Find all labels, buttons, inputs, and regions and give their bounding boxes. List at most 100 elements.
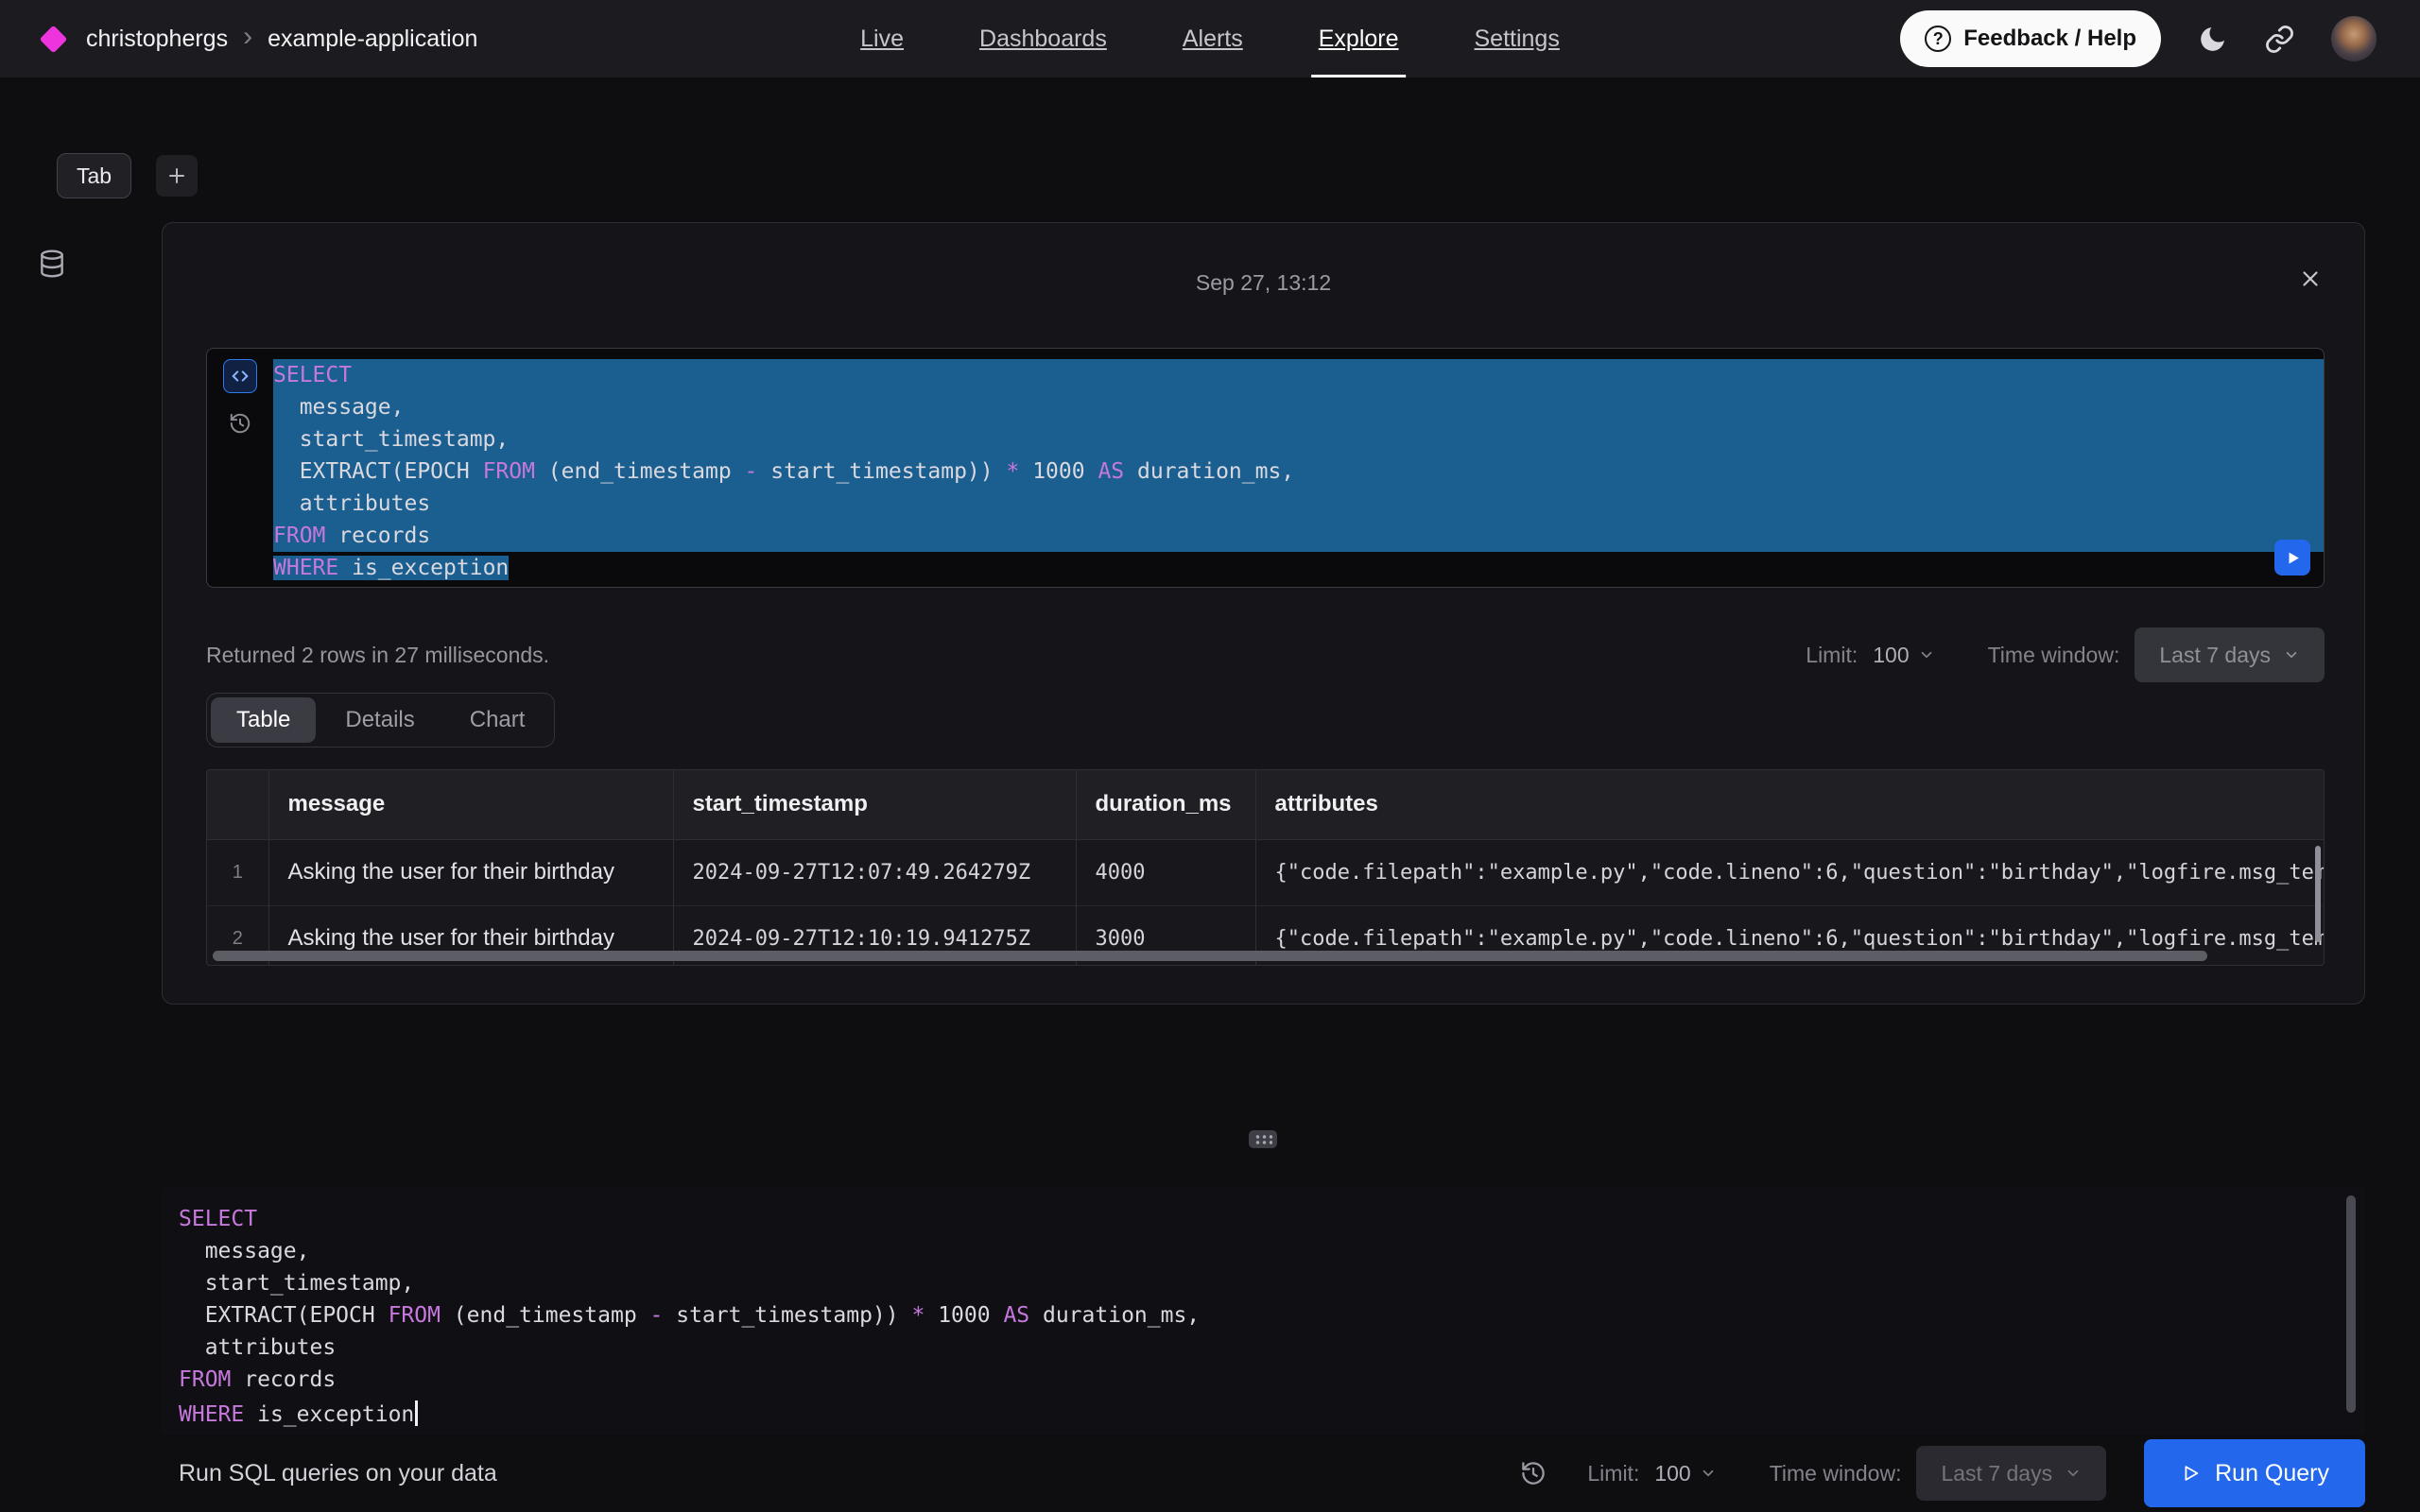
- top-nav: christophergs › example-application Live…: [0, 0, 2420, 77]
- sql-token: 1000: [925, 1303, 1003, 1328]
- column-header-start_timestamp[interactable]: start_timestamp: [673, 770, 1076, 839]
- cell-attributes[interactable]: {"code.filepath":"example.py","code.line…: [1255, 839, 2324, 905]
- feedback-help-button[interactable]: ? Feedback / Help: [1900, 10, 2161, 67]
- chevron-down-icon: [2065, 1465, 2082, 1482]
- footer-limit-value: 100: [1654, 1461, 1690, 1486]
- footer-limit-select[interactable]: 100: [1654, 1461, 1716, 1486]
- footer-time-window-value: Last 7 days: [1941, 1461, 2052, 1486]
- logfire-logo-icon[interactable]: [40, 25, 68, 53]
- sql-line: FROM records: [273, 520, 2324, 552]
- query-history-button[interactable]: [225, 408, 255, 438]
- close-button[interactable]: [2292, 261, 2328, 297]
- sql-token: 1000: [1019, 459, 1098, 484]
- play-icon: [2180, 1463, 2201, 1484]
- splitter-handle[interactable]: [1249, 1130, 1277, 1148]
- close-icon: [2298, 266, 2323, 291]
- help-icon: ?: [1925, 26, 1951, 52]
- sql-token: start_timestamp)): [663, 1303, 911, 1328]
- chevron-down-icon: [2283, 646, 2300, 663]
- cell-duration_ms[interactable]: 4000: [1076, 839, 1255, 905]
- cell-start_timestamp[interactable]: 2024-09-27T12:07:49.264279Z: [673, 839, 1076, 905]
- sql-token: start_timestamp,: [273, 427, 509, 452]
- sql-token: WHERE: [273, 556, 338, 580]
- sql-token: attributes: [179, 1335, 336, 1360]
- history-icon: [1519, 1459, 1547, 1487]
- editor-sql-code[interactable]: SELECT message, start_timestamp, EXTRACT…: [162, 1188, 2365, 1428]
- table-header-row: messagestart_timestampduration_msattribu…: [207, 770, 2324, 839]
- column-header-duration_ms[interactable]: duration_ms: [1076, 770, 1255, 839]
- editor-scrollbar[interactable]: [2346, 1195, 2356, 1413]
- table-horizontal-scrollbar[interactable]: [213, 951, 2207, 961]
- nav-left: christophergs › example-application: [43, 23, 477, 55]
- chevron-down-icon: [1700, 1465, 1717, 1482]
- nav-item-live[interactable]: Live: [860, 0, 904, 77]
- sql-token: is_exception: [244, 1402, 414, 1427]
- add-tab-button[interactable]: [156, 155, 198, 197]
- table-body: 1Asking the user for their birthday2024-…: [207, 839, 2324, 966]
- breadcrumb-org[interactable]: christophergs: [86, 26, 228, 53]
- query-timestamp: Sep 27, 13:12: [163, 270, 2364, 296]
- query-history-card: Sep 27, 13:12 SELECT message, start_time…: [162, 222, 2365, 1005]
- time-window-select[interactable]: Last 7 days: [2135, 627, 2325, 682]
- avatar[interactable]: [2331, 16, 2377, 61]
- schema-database-button[interactable]: [32, 244, 72, 284]
- theme-toggle-button[interactable]: [2197, 24, 2228, 55]
- result-tab-table[interactable]: Table: [211, 697, 316, 743]
- history-sql-block: SELECT message, start_timestamp, EXTRACT…: [206, 348, 2325, 588]
- link-icon: [2264, 24, 2295, 55]
- result-tab-details[interactable]: Details: [320, 697, 440, 743]
- nav-item-dashboards[interactable]: Dashboards: [979, 0, 1107, 77]
- footer-bar: Run SQL queries on your data Limit: 100 …: [162, 1435, 2365, 1512]
- sql-token: AS: [1098, 459, 1124, 484]
- nav-item-explore[interactable]: Explore: [1319, 0, 1399, 77]
- result-status: Returned 2 rows in 27 milliseconds.: [206, 643, 549, 668]
- run-query-button[interactable]: Run Query: [2144, 1439, 2365, 1507]
- side-rail: [32, 244, 72, 284]
- sql-editor[interactable]: SELECT message, start_timestamp, EXTRACT…: [162, 1188, 2365, 1435]
- sql-token: SELECT: [179, 1207, 257, 1231]
- editor-hint: Run SQL queries on your data: [179, 1460, 497, 1487]
- sql-token: FROM: [273, 524, 325, 548]
- cell-message[interactable]: Asking the user for their birthday: [268, 839, 673, 905]
- column-header-attributes[interactable]: attributes: [1255, 770, 2324, 839]
- code-mode-button[interactable]: [223, 359, 257, 393]
- sql-token: duration_ms,: [1029, 1303, 1200, 1328]
- code-gutter: [207, 349, 273, 587]
- time-window-value: Last 7 days: [2159, 643, 2271, 668]
- run-query-label: Run Query: [2215, 1460, 2329, 1487]
- sql-token: duration_ms,: [1124, 459, 1294, 484]
- sql-line: SELECT: [273, 359, 2324, 391]
- breadcrumb-project[interactable]: example-application: [268, 26, 477, 53]
- footer-time-window-select[interactable]: Last 7 days: [1916, 1446, 2106, 1501]
- nav-item-alerts[interactable]: Alerts: [1183, 0, 1243, 77]
- sql-token: -: [745, 459, 758, 484]
- results-table-grid: messagestart_timestampduration_msattribu…: [207, 770, 2324, 966]
- result-tab-chart[interactable]: Chart: [444, 697, 551, 743]
- footer-history-button[interactable]: [1519, 1459, 1547, 1487]
- sql-token: EXTRACT(EPOCH: [179, 1303, 389, 1328]
- column-header-message[interactable]: message: [268, 770, 673, 839]
- sql-line: FROM records: [179, 1364, 2365, 1396]
- sql-token: records: [325, 524, 430, 548]
- table-row[interactable]: 1Asking the user for their birthday2024-…: [207, 839, 2324, 905]
- sql-token: attributes: [273, 491, 430, 516]
- time-window-label: Time window:: [1988, 643, 2120, 668]
- sql-line: message,: [179, 1235, 2365, 1267]
- database-icon: [37, 249, 67, 279]
- sql-line: WHERE is_exception: [273, 552, 2324, 584]
- footer-time-window-label: Time window:: [1770, 1461, 1902, 1486]
- sql-line: attributes: [179, 1332, 2365, 1364]
- limit-select[interactable]: 100: [1873, 643, 1934, 668]
- play-icon: [2284, 549, 2302, 567]
- share-link-button[interactable]: [2264, 24, 2295, 55]
- limit-value: 100: [1873, 643, 1909, 668]
- feedback-help-label: Feedback / Help: [1963, 26, 2136, 52]
- footer-limit-label: Limit:: [1587, 1461, 1639, 1486]
- history-sql-code[interactable]: SELECT message, start_timestamp, EXTRACT…: [273, 349, 2324, 587]
- results-table: messagestart_timestampduration_msattribu…: [206, 769, 2325, 966]
- run-query-mini-button[interactable]: [2274, 540, 2310, 576]
- nav-item-settings[interactable]: Settings: [1475, 0, 1560, 77]
- sql-token: -: [650, 1303, 664, 1328]
- table-vertical-scrollbar[interactable]: [2315, 846, 2321, 942]
- query-tab[interactable]: Tab: [57, 153, 131, 198]
